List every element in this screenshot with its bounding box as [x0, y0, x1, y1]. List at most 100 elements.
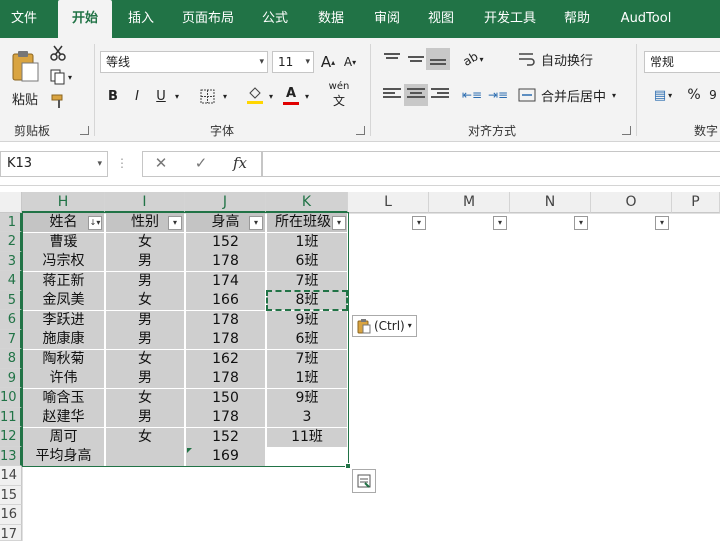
- paste-button[interactable]: 粘贴: [6, 42, 44, 114]
- row-header-13[interactable]: 13: [0, 447, 22, 466]
- table-cell[interactable]: 166: [186, 291, 265, 310]
- table-cell[interactable]: 女: [106, 350, 184, 369]
- filter-dropdown-icon[interactable]: ▾: [574, 216, 588, 230]
- chevron-down-icon[interactable]: ▾: [266, 85, 276, 107]
- table-cell[interactable]: 150: [186, 389, 265, 408]
- summary-label-cell[interactable]: 平均身高: [23, 447, 104, 466]
- column-header-n[interactable]: N: [510, 192, 591, 213]
- chevron-down-icon[interactable]: ▾: [220, 85, 230, 107]
- grow-font-button[interactable]: A ▴: [318, 51, 338, 73]
- copy-button[interactable]: ▾: [46, 66, 76, 88]
- orientation-button[interactable]: ab ▾: [458, 48, 488, 70]
- row-header-8[interactable]: 8: [0, 349, 22, 369]
- font-name-box[interactable]: 等线 ▾: [100, 51, 268, 73]
- cut-button[interactable]: [46, 42, 70, 64]
- tab-audtool[interactable]: AudTool: [608, 0, 684, 38]
- wrap-text-button[interactable]: 自动换行: [518, 48, 618, 70]
- filter-dropdown-icon[interactable]: ▾: [249, 216, 263, 230]
- table-cell[interactable]: 9班: [267, 389, 347, 408]
- row-header-6[interactable]: 6: [0, 310, 22, 330]
- tab-view[interactable]: 视图: [416, 0, 466, 38]
- select-all-button[interactable]: [0, 192, 22, 213]
- borders-button[interactable]: [196, 85, 218, 107]
- table-cell[interactable]: 男: [106, 408, 184, 427]
- table-cell[interactable]: 178: [186, 330, 265, 349]
- table-cell[interactable]: 178: [186, 369, 265, 388]
- table-cell[interactable]: 女: [106, 291, 184, 310]
- table-cell[interactable]: 许伟: [23, 369, 104, 388]
- column-header-o[interactable]: O: [591, 192, 672, 213]
- filter-dropdown-icon[interactable]: ▾: [412, 216, 426, 230]
- column-header-i[interactable]: I: [105, 192, 185, 213]
- table-cell[interactable]: 178: [186, 311, 265, 330]
- average-height-cell[interactable]: 169: [186, 447, 265, 466]
- row-header-7[interactable]: 7: [0, 330, 22, 349]
- table-cell[interactable]: 女: [106, 233, 184, 252]
- table-cell[interactable]: 陶秋菊: [23, 350, 104, 369]
- paste-options-button[interactable]: (Ctrl) ▾: [352, 315, 417, 337]
- phonetic-guide-button[interactable]: wén 文: [324, 81, 354, 108]
- table-cell[interactable]: 178: [186, 408, 265, 427]
- column-header-h[interactable]: H: [22, 192, 105, 213]
- row-header-11[interactable]: 11: [0, 408, 22, 427]
- table-cell[interactable]: 174: [186, 272, 265, 291]
- chevron-down-icon[interactable]: ▾: [172, 85, 182, 107]
- chevron-down-icon[interactable]: ▾: [302, 85, 312, 107]
- row-header-2[interactable]: 2: [0, 232, 22, 252]
- filter-sorted-icon[interactable]: ↓▾: [88, 216, 102, 230]
- top-align-button[interactable]: [380, 48, 404, 70]
- format-painter-button[interactable]: [46, 90, 70, 112]
- alignment-launcher-icon[interactable]: [622, 126, 631, 135]
- column-header-p[interactable]: P: [672, 192, 720, 213]
- formula-input[interactable]: [262, 151, 720, 177]
- table-cell[interactable]: 男: [106, 330, 184, 349]
- column-header-k[interactable]: K: [266, 192, 348, 213]
- row-header-17[interactable]: 17: [0, 525, 22, 541]
- row-header-15[interactable]: 15: [0, 486, 22, 505]
- table-cell[interactable]: 9班: [267, 311, 347, 330]
- table-cell[interactable]: 1班: [267, 369, 347, 388]
- align-left-button[interactable]: [380, 84, 404, 106]
- italic-button[interactable]: I: [128, 85, 146, 107]
- percent-button[interactable]: %: [684, 84, 704, 106]
- table-cell[interactable]: 男: [106, 311, 184, 330]
- insert-function-button[interactable]: fx: [228, 151, 252, 177]
- tab-home[interactable]: 开始: [58, 0, 112, 38]
- bottom-align-button[interactable]: [426, 48, 450, 70]
- row-header-1[interactable]: 1: [0, 213, 22, 232]
- font-color-button[interactable]: A: [282, 83, 300, 107]
- row-header-10[interactable]: 10: [0, 388, 22, 408]
- table-cell[interactable]: 女: [106, 428, 184, 447]
- table-cell[interactable]: 6班: [267, 330, 347, 349]
- shrink-font-button[interactable]: A ▾: [340, 51, 360, 73]
- active-cell-k13[interactable]: [267, 447, 347, 466]
- table-cell[interactable]: 178: [186, 252, 265, 271]
- column-header-l[interactable]: L: [348, 192, 429, 213]
- table-cell[interactable]: 8班: [267, 291, 347, 310]
- filter-dropdown-icon[interactable]: ▾: [493, 216, 507, 230]
- font-size-box[interactable]: 11 ▾: [272, 51, 314, 73]
- tab-insert[interactable]: 插入: [116, 0, 166, 38]
- table-cell[interactable]: 3: [267, 408, 347, 427]
- number-format-box[interactable]: 常规: [644, 51, 720, 73]
- column-header-m[interactable]: M: [429, 192, 510, 213]
- row-header-12[interactable]: 12: [0, 427, 22, 447]
- row-header-4[interactable]: 4: [0, 271, 22, 291]
- summary-cell[interactable]: [106, 447, 184, 466]
- table-cell[interactable]: 蒋正新: [23, 272, 104, 291]
- row-header-9[interactable]: 9: [0, 369, 22, 388]
- align-right-button[interactable]: [428, 84, 452, 106]
- bold-button[interactable]: B: [104, 85, 122, 107]
- table-cell[interactable]: 162: [186, 350, 265, 369]
- cancel-button[interactable]: ✕: [150, 151, 172, 177]
- tab-file[interactable]: 文件: [0, 0, 48, 38]
- table-cell[interactable]: 7班: [267, 272, 347, 291]
- row-header-5[interactable]: 5: [0, 291, 22, 310]
- accounting-format-button[interactable]: ▤ ▾: [646, 84, 680, 106]
- quick-analysis-button[interactable]: [352, 469, 376, 493]
- table-cell[interactable]: 7班: [267, 350, 347, 369]
- table-cell[interactable]: 女: [106, 389, 184, 408]
- table-cell[interactable]: 11班: [267, 428, 347, 447]
- tab-data[interactable]: 数据: [306, 0, 356, 38]
- table-cell[interactable]: 男: [106, 252, 184, 271]
